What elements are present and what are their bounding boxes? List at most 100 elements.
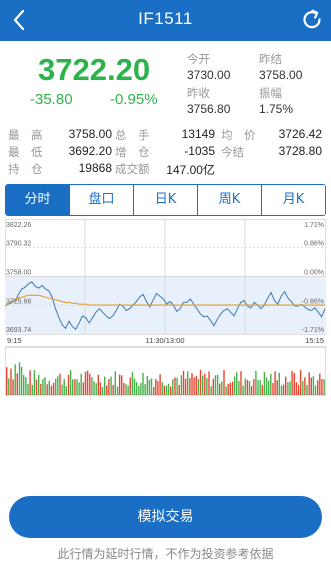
volume-bar [170,386,172,395]
volume-bar [38,375,40,395]
volume-bar [282,384,285,395]
time-axis-label: 9:15 [7,336,22,345]
volume-bar [12,379,14,395]
volume-bar [78,382,80,395]
volume-bar [244,378,246,395]
volume-bar [265,377,268,395]
volume-bar [261,384,263,395]
avg-value: 3726.42 [278,127,322,141]
volume-bar [293,373,295,395]
tab-intraday[interactable]: 分时 [6,185,69,215]
volume-bar [219,383,221,395]
volume-bar [31,384,33,395]
volume-bar [63,379,65,395]
volume-bar [14,364,16,395]
time-axis-label: 15:15 [305,336,324,345]
volume-bar [308,372,310,395]
volume-bar [221,381,223,395]
tab-weekly-k[interactable]: 周K [197,185,261,215]
price-axis-label: 3758.00 [6,270,31,277]
pct-axis-label: 0.00% [304,270,324,277]
volume-bar [216,375,219,395]
volume-bar [23,375,25,395]
volume-bar [40,384,42,395]
volume-bar [238,380,240,395]
today-open-label: 今开 [187,54,210,66]
volume-bar [321,379,323,395]
volume-bar [212,378,214,395]
volume-bar [6,367,8,395]
volume-bar [178,384,180,395]
volume-bar [131,372,134,395]
volume-bar [118,374,121,395]
total-label: 总 手 [115,128,150,142]
low-value: 3692.20 [68,144,112,158]
page-title: IF1511 [138,9,193,28]
volume-bar [289,381,291,395]
high-label: 最 高 [8,128,43,142]
volume-bar [263,371,266,395]
amplitude-label: 振幅 [259,88,282,100]
volume-bar [44,377,46,395]
volume-bar [272,383,274,395]
pct-axis-label: 0.86% [304,241,324,248]
volume-bar [59,373,61,395]
volume-bar [52,382,55,395]
refresh-icon[interactable] [299,7,325,33]
volume-bar [16,373,18,395]
volume-bar [35,379,38,395]
amplitude-value: 1.75% [259,102,294,116]
volume-bar [42,379,44,395]
volume-bar [112,384,114,395]
volume-bar [8,378,10,395]
volume-bar [146,376,148,395]
volume-bar [123,383,125,395]
simulate-trade-button[interactable]: 模拟交易 [9,496,322,538]
volume-bar [125,384,127,395]
volume-bar [280,385,283,395]
tab-monthly-k[interactable]: 月K [261,185,325,215]
volume-bar [95,383,97,395]
volume-bar [242,385,244,395]
total-value: 13149 [181,127,215,141]
volume-bar [25,377,27,395]
volume-bar [144,384,146,395]
volume-bar [310,377,312,395]
volume-bar [84,371,87,395]
volume-bar [319,373,321,395]
pct-axis-label: 1.71% [304,222,324,229]
volume-bar [99,382,102,395]
volume-bar [285,376,287,395]
oi-value: 19868 [78,161,112,175]
volume-bar [291,370,293,395]
volume-bar [148,379,151,395]
prev-close-value: 3756.80 [187,102,231,116]
volume-bar [50,385,53,395]
volume-bar [278,372,280,395]
volume-bar [108,378,110,395]
volume-bar [74,379,76,395]
top-bar: IF1511 [0,0,331,41]
intraday-chart: 3822.263790.323758.003725.683693.741.71%… [5,219,326,396]
today-open-value: 3730.00 [187,68,231,82]
tab-daily-k[interactable]: 日K [133,185,197,215]
disclaimer-text: 此行情为延时行情，不作为投资参考依据 [57,547,274,561]
volume-bar [97,374,99,395]
volume-bar [89,373,91,395]
price-change: -35.80 [30,91,73,108]
pct-axis-label: -1.71% [302,327,324,334]
volume-bar [140,383,142,395]
volume-bar [150,378,153,395]
tab-order-book[interactable]: 盘口 [69,185,133,215]
volume-bar [76,379,78,395]
volume-bar [202,375,204,395]
volume-bar [114,371,116,395]
volume-bar [233,376,236,395]
volume-bar [317,380,319,395]
volume-bar [155,379,157,395]
volume-bar [106,385,108,395]
volume-bar [227,383,229,395]
volume-bar [80,373,82,395]
volume-bar [133,378,136,395]
volume-bar [199,369,202,395]
